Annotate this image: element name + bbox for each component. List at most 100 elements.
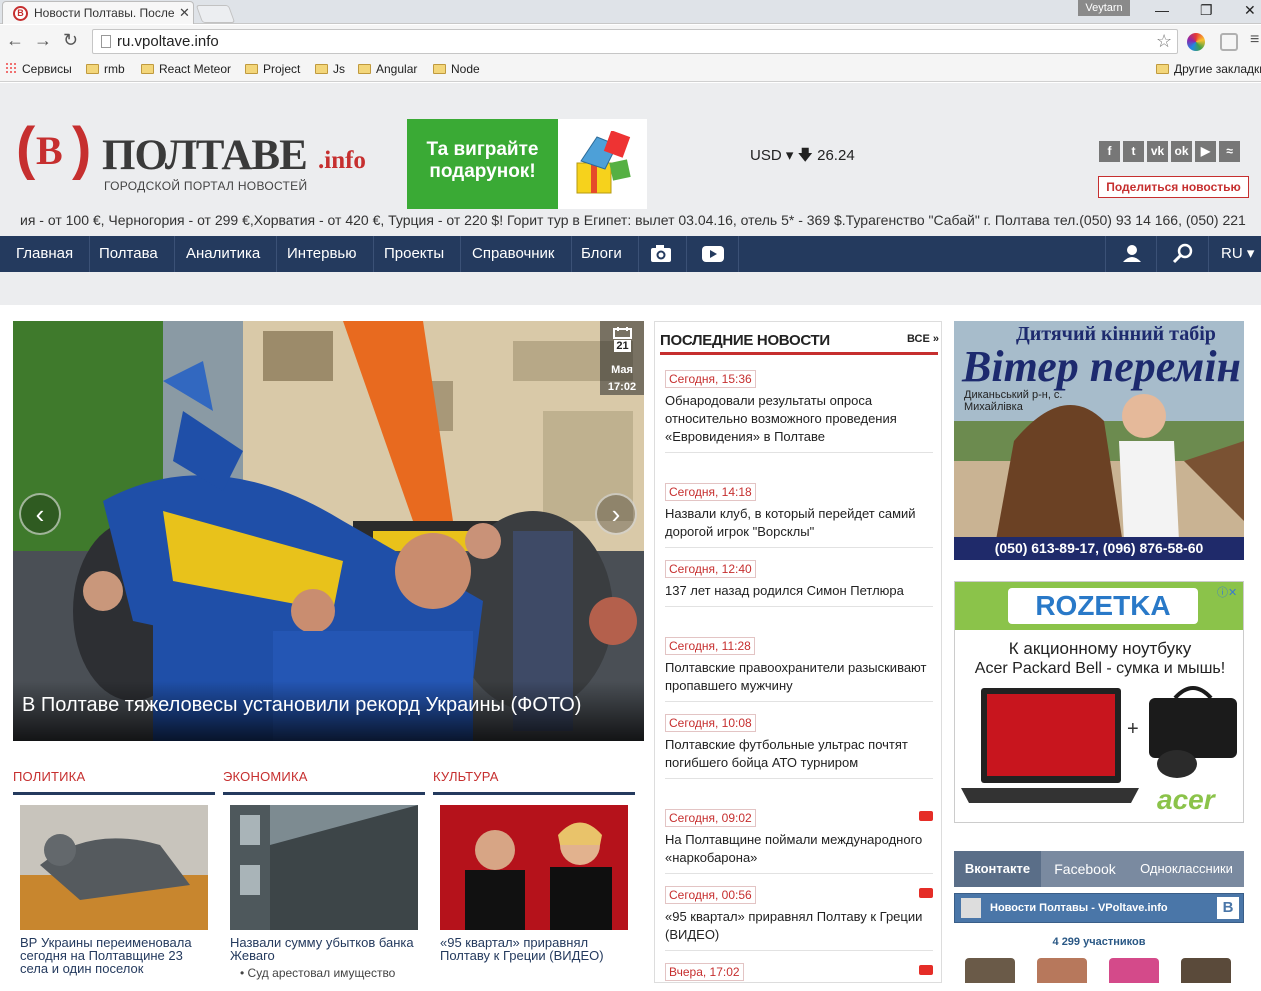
bookmark-star-icon[interactable]: ☆ [1156,31,1172,52]
news-item[interactable]: Сегодня, 09:02 На Полтавщине поймали меж… [665,809,933,874]
nav-user[interactable] [1105,236,1157,272]
share-news-button[interactable]: Поделиться новостью [1098,176,1249,198]
other-bookmarks[interactable]: Другие закладки [1156,62,1261,76]
browser-tab-bar: B Новости Полтавы. После ✕ Veytarn — ❐ ✕ [0,0,1261,24]
rozetka-ad-line1: К акционному ноутбуку [1008,639,1192,658]
member-avatar[interactable] [1037,958,1087,983]
group-members-count[interactable]: 4 299 участников [954,936,1244,948]
news-item[interactable]: Сегодня, 15:36 Обнародовали результаты о… [665,370,933,453]
category-politics-headline[interactable]: ВР Украины переименовала сегодня на Полт… [20,936,210,975]
nav-item-directory[interactable]: Справочник [456,236,572,272]
news-item[interactable]: Сегодня, 12:40 137 лет назад родился Сим… [665,560,933,607]
browser-tab[interactable]: B Новости Полтавы. После ✕ [2,1,194,24]
news-time: Сегодня, 14:18 [665,483,756,501]
color-picker-extension-icon[interactable] [1187,33,1205,51]
folder-icon [245,64,258,74]
social-widget-tabs: Вконтакте Facebook Одноклассники [954,851,1244,887]
social-links: f t vk ok ▶ ≈ [1099,141,1243,162]
category-economy-image[interactable] [230,805,418,930]
vk-icon[interactable]: vk [1147,141,1168,162]
bookmark-folder[interactable]: Angular [358,62,417,76]
slider-prev-button[interactable]: ‹ [19,493,61,535]
hero-slider[interactable]: 21 Мая 17:02 ‹ › В Полтаве тяжеловесы ус… [13,321,644,741]
language-select[interactable]: RU ▾ [1209,236,1261,272]
logo-tagline: ГОРОДСКОЙ ПОРТАЛ НОВОСТЕЙ [104,179,308,193]
tab-odnoklassniki[interactable]: Одноклассники [1129,851,1244,887]
hero-date-day: 21 [614,340,631,352]
news-item[interactable]: Вчера, 17:02 [665,963,933,991]
news-ticker[interactable]: ия - от 100 €, Черногория - от 299 €,Хор… [20,212,1250,228]
member-avatar[interactable] [965,958,1015,983]
new-tab-button[interactable] [195,5,236,23]
category-economy-title[interactable]: Экономика [223,769,308,784]
vk-logo-icon: B [1217,897,1239,919]
window-maximize-button[interactable]: ❐ [1200,2,1213,19]
news-item[interactable]: Сегодня, 00:56 «95 квартал» приравнял По… [665,886,933,951]
category-culture-headline[interactable]: «95 квартал» приравнял Полтаву к Греции … [440,936,630,962]
logo-name[interactable]: ПОЛТАВЕ [102,131,308,180]
tab-facebook[interactable]: Facebook [1041,851,1129,887]
window-minimize-button[interactable]: — [1155,2,1169,18]
slider-next-button[interactable]: › [595,493,637,535]
nav-item-interview[interactable]: Интервью [271,236,374,272]
header-banner-ad[interactable]: Та виграйте подарунок! [407,119,647,209]
bookmark-folder[interactable]: rmb [86,62,125,76]
category-economy-subitem[interactable]: • Суд арестовал имущество [240,966,430,980]
ad-choices-close-icon[interactable]: ⓘ✕ [1217,584,1237,600]
youtube-icon[interactable]: ▶ [1195,141,1216,162]
video-icon [919,965,933,975]
nav-item-home[interactable]: Главная [0,236,91,272]
nav-search[interactable] [1157,236,1209,272]
news-item[interactable]: Сегодня, 10:08 Полтавские футбольные уль… [665,714,933,779]
news-item[interactable]: Сегодня, 11:28 Полтавские правоохранител… [665,637,933,702]
bookmark-folder[interactable]: Node [433,62,480,76]
bookmark-folder[interactable]: Js [315,62,345,76]
browser-menu-icon[interactable]: ≡ [1250,31,1259,49]
member-avatar[interactable] [1109,958,1159,983]
category-politics-title[interactable]: Политика [13,769,85,784]
page-icon [101,35,111,48]
twitter-icon[interactable]: t [1123,141,1144,162]
currency-rate[interactable]: USD ▾ 🡇 26.24 [750,145,855,170]
nav-item-poltava[interactable]: Полтава [83,236,175,272]
news-time: Сегодня, 00:56 [665,886,756,904]
profile-badge[interactable]: Veytarn [1078,0,1130,16]
all-news-link[interactable]: ВСЕ » [907,333,939,345]
apps-icon [5,62,17,74]
member-avatar[interactable] [1181,958,1231,983]
hero-caption[interactable]: В Полтаве тяжеловесы установили рекорд У… [22,694,581,717]
category-culture-title[interactable]: Культура [433,769,499,784]
facebook-icon[interactable]: f [1099,141,1120,162]
folder-icon [315,64,328,74]
rozetka-ad-banner[interactable]: ROZETKA ⓘ✕ К акционному ноутбуку Acer Pa… [954,581,1244,823]
back-icon[interactable]: ← [6,30,24,51]
nav-item-projects[interactable]: Проекты [368,236,462,272]
nav-video[interactable] [687,236,739,272]
logo-letter[interactable]: B [36,127,63,174]
address-bar[interactable]: ru.vpoltave.info ☆ [92,29,1178,54]
bookmark-folder[interactable]: React Meteor [141,62,231,76]
camera-icon [651,245,671,262]
camp-ad-banner[interactable]: Дитячий кінний табір Вітер перемін Дикан… [954,321,1244,560]
vk-group-header[interactable]: Новости Полтавы - VPoltave.info B [954,893,1244,923]
category-culture-image[interactable] [440,805,628,930]
category-politics-image[interactable] [20,805,208,930]
odnoklassniki-icon[interactable]: ok [1171,141,1192,162]
reload-icon[interactable]: ↻ [63,30,78,51]
category-economy-headline[interactable]: Назвали сумму убытков банка Жеваго [230,936,420,962]
news-text: Полтавские футбольные ультрас почтят пог… [665,737,908,770]
window-close-button[interactable]: ✕ [1244,2,1256,19]
news-item[interactable]: Сегодня, 14:18 Назвали клуб, в который п… [665,483,933,548]
news-time: Сегодня, 15:36 [665,370,756,388]
tab-vkontakte[interactable]: Вконтакте [954,851,1041,887]
bookmark-services[interactable]: Сервисы [5,62,72,76]
extension-icon[interactable] [1220,33,1238,51]
nav-item-analytics[interactable]: Аналитика [170,236,278,272]
nav-photo[interactable] [635,236,687,272]
nav-item-blogs[interactable]: Блоги [565,236,639,272]
rss-icon[interactable]: ≈ [1219,141,1240,162]
tab-close-icon[interactable]: ✕ [179,5,190,21]
bookmark-folder[interactable]: Project [245,62,300,76]
forward-icon[interactable]: → [34,30,52,51]
category-divider [223,792,425,795]
